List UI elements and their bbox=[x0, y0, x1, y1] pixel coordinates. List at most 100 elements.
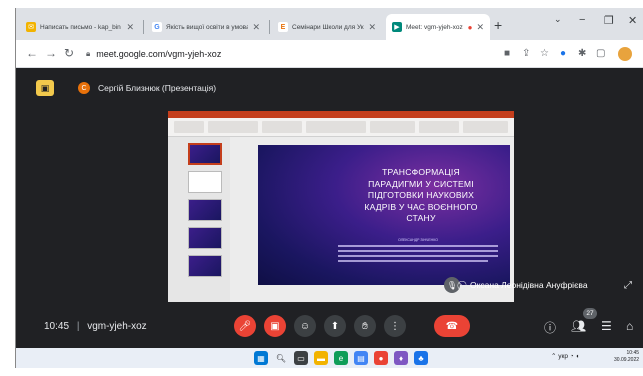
app-icon[interactable]: ♦ bbox=[394, 351, 408, 365]
meet-stage: ▣ С Сергій Близнюк (Презентація) ТРАНСФО… bbox=[16, 68, 643, 348]
ribbon-group bbox=[208, 121, 258, 133]
ribbon-group bbox=[463, 121, 508, 133]
more-options-button[interactable]: ⋮ bbox=[384, 315, 406, 337]
powerpoint-ribbon bbox=[168, 111, 514, 137]
end-call-button[interactable]: ☎︎ bbox=[434, 315, 470, 337]
tab-divider bbox=[269, 20, 270, 34]
sidepanel-icon[interactable]: ▢ bbox=[596, 48, 605, 59]
chat-icon[interactable]: ☰ bbox=[601, 319, 612, 333]
lock-icon: 🔒︎ bbox=[86, 49, 91, 58]
meeting-code: vgm-yjeh-xoz bbox=[87, 321, 147, 332]
separator: | bbox=[76, 321, 80, 332]
back-icon[interactable]: ← bbox=[26, 46, 38, 60]
volume-icon: ◖ bbox=[575, 353, 580, 360]
raise-hand-button[interactable]: ✋︎ bbox=[354, 315, 376, 337]
expand-icon[interactable]: ⤢ bbox=[624, 280, 632, 291]
participant-name: Оксана Леонідівна Ануфрієва bbox=[470, 280, 588, 290]
system-tray[interactable]: ⌃ укр ◔ ◖ bbox=[551, 352, 579, 360]
slide-thumbnail bbox=[188, 255, 222, 277]
tab-title: Якість вищої освіти в умовах bbox=[166, 23, 249, 31]
address-toolbar: ← → ↻ 🔒︎ meet.google.com/vgm-yjeh-xoz ■ … bbox=[16, 40, 643, 68]
close-tab-icon[interactable]: ✕ bbox=[126, 22, 134, 33]
participant-tile: 🎙︎ ⃠ Оксана Леонідівна Ануфрієва ⤢ bbox=[444, 274, 643, 296]
forward-icon[interactable]: → bbox=[45, 46, 57, 60]
presenter-label: Сергій Близнюк (Презентація) bbox=[98, 83, 217, 93]
meeting-time: 10:45 bbox=[44, 321, 70, 332]
camera-icon[interactable]: ■ bbox=[504, 48, 510, 59]
reactions-button[interactable]: ☺ bbox=[294, 315, 316, 337]
camera-toggle-button[interactable]: ▣ bbox=[264, 315, 286, 337]
url-text: meet.google.com/vgm-yjeh-xoz bbox=[96, 49, 222, 59]
e-icon: E bbox=[278, 22, 288, 32]
app-icon[interactable]: ♣ bbox=[414, 351, 428, 365]
clock[interactable]: 10:45 30.09.2022 bbox=[614, 350, 639, 364]
star-icon[interactable]: ☆ bbox=[540, 48, 549, 59]
ribbon-titlebar bbox=[168, 111, 514, 118]
tab-strip: ✉ Написать письмо - kap_bin ✕ G Якість в… bbox=[16, 8, 643, 40]
browser-window: ✉ Написать письмо - kap_bin ✕ G Якість в… bbox=[15, 8, 643, 368]
tab-search-icon[interactable]: ⌄ bbox=[554, 14, 562, 25]
tab-title: Семінари Школи для Укр. bbox=[292, 23, 365, 31]
windows-taskbar: ▦ 🔍︎ ▭ ▬ e ▤ ● ♦ ♣ ⌃ укр ◔ ◖ 10:45 30.09… bbox=[16, 348, 643, 368]
chevron-up-icon[interactable]: ⌃ bbox=[551, 353, 556, 360]
info-icon[interactable]: ⓘ bbox=[544, 319, 556, 336]
task-view-icon[interactable]: ▭ bbox=[294, 351, 308, 365]
slide-subtitle-line bbox=[338, 255, 498, 257]
close-window-button[interactable]: ✕ bbox=[628, 14, 637, 27]
extension-icon[interactable]: ● bbox=[560, 48, 566, 59]
tab-mail[interactable]: ✉ Написать письмо - kap_bin ✕ bbox=[20, 14, 140, 40]
slide-thumbnails bbox=[168, 137, 230, 302]
maximize-button[interactable]: ❐ bbox=[604, 14, 614, 27]
tab-seminars[interactable]: E Семінари Школи для Укр. ✕ bbox=[272, 14, 382, 40]
presenting-icon[interactable]: ▣ bbox=[36, 80, 54, 96]
close-tab-icon[interactable]: ✕ bbox=[368, 22, 376, 33]
slide-author: ОЛЕКСАНДР ЗІНЧЕНКО bbox=[398, 238, 438, 242]
screen-frame: ✉ Написать письмо - kap_bin ✕ G Якість в… bbox=[0, 0, 643, 376]
slide-thumbnail bbox=[188, 227, 222, 249]
tab-google[interactable]: G Якість вищої освіти в умовах ✕ bbox=[146, 14, 266, 40]
language-indicator[interactable]: укр bbox=[558, 353, 568, 360]
profile-avatar[interactable] bbox=[618, 47, 632, 61]
ribbon-group bbox=[370, 121, 415, 133]
presenter-avatar: С bbox=[78, 82, 90, 94]
participant-count-badge: 27 bbox=[583, 308, 597, 319]
wifi-icon: ◔ bbox=[569, 353, 574, 360]
meeting-info: 10:45 | vgm-yjeh-xoz bbox=[44, 321, 147, 332]
tab-meet[interactable]: ▶ Meet: vgm-yjeh-xoz ● ✕ bbox=[386, 14, 490, 40]
clock-date: 30.09.2022 bbox=[614, 357, 640, 363]
ribbon-group bbox=[262, 121, 302, 133]
reload-icon[interactable]: ↻ bbox=[64, 46, 74, 60]
close-tab-icon[interactable]: ✕ bbox=[476, 22, 484, 33]
slide-thumbnail bbox=[188, 143, 222, 165]
mic-toggle-button[interactable]: 🎤︎ bbox=[234, 315, 256, 337]
chrome-icon[interactable]: ● bbox=[374, 351, 388, 365]
edge-icon[interactable]: e bbox=[334, 351, 348, 365]
activities-icon[interactable]: ⌂ bbox=[626, 319, 633, 333]
present-button[interactable]: ⬆ bbox=[324, 315, 346, 337]
address-bar[interactable]: 🔒︎ meet.google.com/vgm-yjeh-xoz bbox=[86, 44, 506, 64]
slide-thumbnail bbox=[188, 171, 222, 193]
slide-subtitle-line bbox=[338, 250, 498, 252]
recording-dot-icon: ● bbox=[467, 22, 473, 32]
puzzle-icon[interactable]: ✱ bbox=[578, 48, 586, 59]
minimize-button[interactable]: − bbox=[579, 14, 585, 26]
share-icon[interactable]: ⇪ bbox=[522, 48, 530, 59]
meet-icon: ▶ bbox=[392, 22, 402, 32]
store-icon[interactable]: ▤ bbox=[354, 351, 368, 365]
mail-icon: ✉ bbox=[26, 22, 36, 32]
mic-off-icon: 🎙︎ bbox=[444, 277, 460, 293]
search-icon[interactable]: 🔍︎ bbox=[274, 351, 288, 365]
tab-divider bbox=[143, 20, 144, 34]
slide-subtitle-line bbox=[338, 260, 488, 262]
slide-subtitle-line bbox=[338, 245, 498, 247]
slide-thumbnail bbox=[188, 199, 222, 221]
people-icon[interactable]: 👥︎ bbox=[571, 319, 586, 333]
file-explorer-icon[interactable]: ▬ bbox=[314, 351, 328, 365]
start-icon[interactable]: ▦ bbox=[254, 351, 268, 365]
close-tab-icon[interactable]: ✕ bbox=[252, 22, 260, 33]
new-tab-button[interactable]: + bbox=[494, 17, 502, 33]
google-icon: G bbox=[152, 22, 162, 32]
slide-title: ТРАНСФОРМАЦІЯ ПАРАДИГМИ У СИСТЕМІ ПІДГОТ… bbox=[364, 167, 478, 223]
tab-title: Написать письмо - kap_bin bbox=[40, 23, 121, 31]
ribbon-group bbox=[174, 121, 204, 133]
